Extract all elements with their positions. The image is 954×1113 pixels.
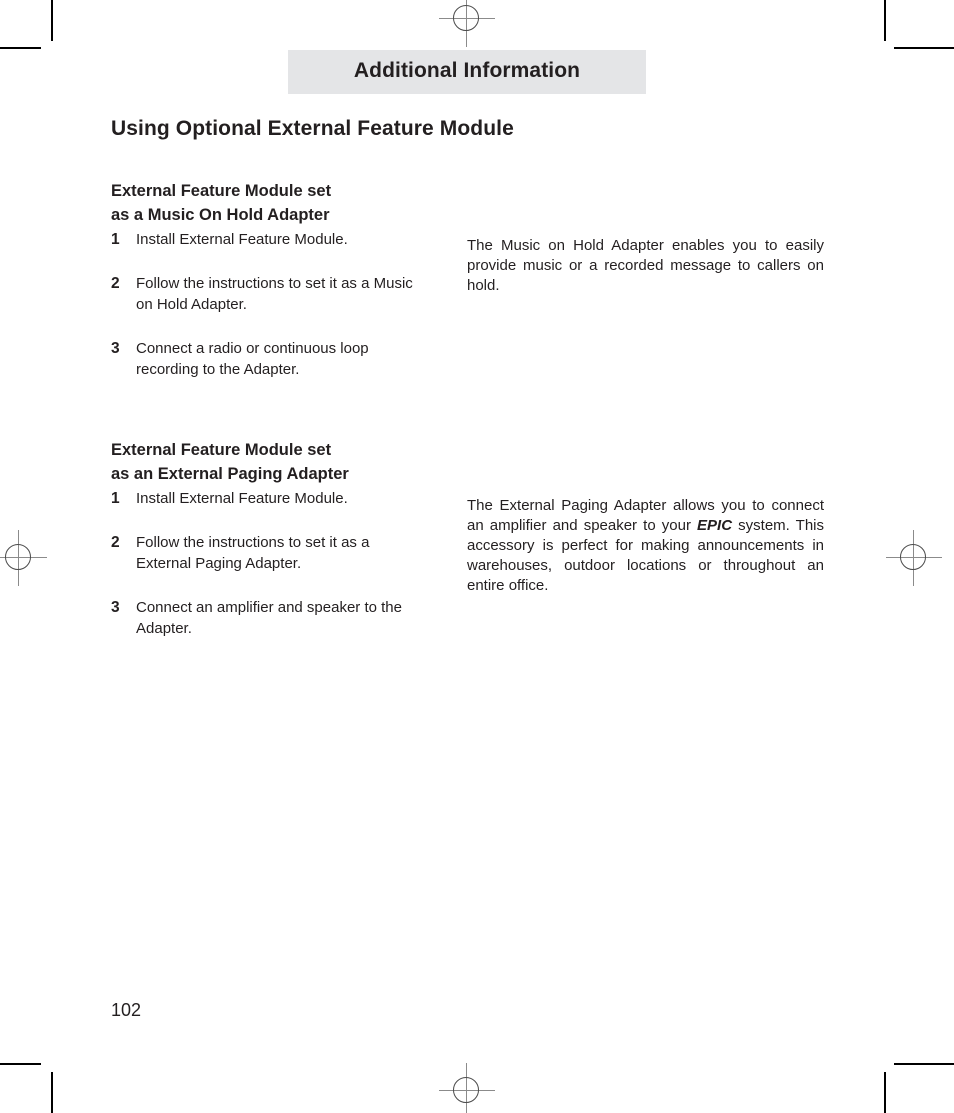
section-1-right-column: The Music on Hold Adapter enables you to… bbox=[467, 236, 824, 296]
step-text: Follow the instructions to set it as a M… bbox=[136, 275, 413, 313]
section-1-left-column: External Feature Module set as a Music O… bbox=[111, 179, 421, 380]
section-1-heading: External Feature Module set as a Music O… bbox=[111, 179, 421, 227]
step-text: Connect an amplifier and speaker to the … bbox=[136, 599, 402, 637]
section-2-description: The External Paging Adapter allows you t… bbox=[467, 496, 824, 596]
crop-mark-bottom-left-horizontal bbox=[0, 1063, 41, 1065]
section-1-heading-line-1: External Feature Module set bbox=[111, 182, 332, 200]
section-1-steps: 1 Install External Feature Module. 2 Fol… bbox=[111, 229, 421, 380]
section-2-right-column: The External Paging Adapter allows you t… bbox=[467, 496, 824, 596]
list-item: 3 Connect an amplifier and speaker to th… bbox=[111, 597, 421, 639]
section-1-heading-line-2: as a Music On Hold Adapter bbox=[111, 206, 330, 224]
registration-mark-circle bbox=[900, 544, 926, 570]
step-text: Connect a radio or continuous loop recor… bbox=[136, 340, 369, 378]
list-item: 3 Connect a radio or continuous loop rec… bbox=[111, 338, 421, 380]
crop-mark-bottom-left-vertical bbox=[51, 1072, 53, 1113]
crop-mark-top-left-vertical bbox=[51, 0, 53, 41]
header-banner-title: Additional Information bbox=[353, 59, 581, 82]
registration-mark-circle bbox=[453, 1077, 479, 1103]
registration-mark-right bbox=[886, 530, 942, 586]
step-text: Install External Feature Module. bbox=[136, 490, 348, 507]
registration-mark-left bbox=[0, 530, 47, 586]
step-number: 1 bbox=[111, 490, 120, 507]
section-2-heading: External Feature Module set as an Extern… bbox=[111, 438, 421, 486]
page-number: 102 bbox=[111, 1000, 142, 1020]
crop-mark-bottom-right-horizontal bbox=[894, 1063, 954, 1065]
header-banner: Additional Information bbox=[288, 50, 646, 94]
list-item: 2 Follow the instructions to set it as a… bbox=[111, 273, 421, 315]
registration-mark-top bbox=[439, 0, 495, 47]
section-1-description: The Music on Hold Adapter enables you to… bbox=[467, 236, 824, 296]
step-number: 3 bbox=[111, 340, 120, 357]
list-item: 1 Install External Feature Module. bbox=[111, 229, 421, 250]
section-2-heading-line-1: External Feature Module set bbox=[111, 441, 332, 459]
step-number: 2 bbox=[111, 534, 120, 551]
list-item: 2 Follow the instructions to set it as a… bbox=[111, 532, 421, 574]
document-page: Additional Information Using Optional Ex… bbox=[0, 0, 954, 1113]
list-item: 1 Install External Feature Module. bbox=[111, 488, 421, 509]
step-text: Follow the instructions to set it as a E… bbox=[136, 534, 370, 572]
page-title: Using Optional External Feature Module bbox=[111, 117, 514, 140]
section-1-description-text: The Music on Hold Adapter enables you to… bbox=[467, 237, 824, 294]
step-number: 2 bbox=[111, 275, 120, 292]
crop-mark-bottom-right-vertical bbox=[884, 1072, 886, 1113]
section-2-heading-line-2: as an External Paging Adapter bbox=[111, 465, 349, 483]
registration-mark-circle bbox=[5, 544, 31, 570]
section-2-description-emphasis: EPIC bbox=[697, 517, 733, 534]
step-number: 3 bbox=[111, 599, 120, 616]
section-2-left-column: External Feature Module set as an Extern… bbox=[111, 438, 421, 639]
step-number: 1 bbox=[111, 231, 120, 248]
step-text: Install External Feature Module. bbox=[136, 231, 348, 248]
section-2-steps: 1 Install External Feature Module. 2 Fol… bbox=[111, 488, 421, 639]
crop-mark-top-left-horizontal bbox=[0, 47, 41, 49]
registration-mark-bottom bbox=[439, 1063, 495, 1113]
registration-mark-circle bbox=[453, 5, 479, 31]
crop-mark-top-right-horizontal bbox=[894, 47, 954, 49]
crop-mark-top-right-vertical bbox=[884, 0, 886, 41]
